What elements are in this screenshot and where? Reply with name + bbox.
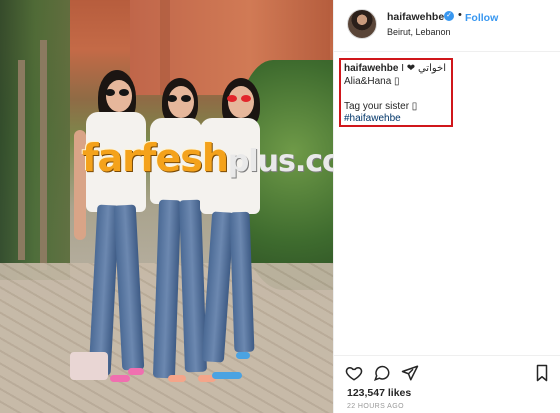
- watermark-brand-suffix: plus.com: [227, 144, 333, 179]
- caption-line-1: haifawehbe I ❤ اخواتي: [344, 63, 446, 74]
- photo-tree-trunk: [18, 60, 25, 260]
- bookmark-icon[interactable]: [533, 364, 551, 382]
- watermark-logo: farfeshplus.com: [82, 136, 333, 186]
- post-image[interactable]: farfeshplus.com: [0, 0, 333, 413]
- photo-handbag: [70, 352, 108, 380]
- likes-count[interactable]: 123,547 likes: [347, 387, 411, 399]
- caption-line-1-text: I ❤ اخواتي: [401, 63, 446, 74]
- photo-tree-trunk: [40, 40, 47, 270]
- post-side-panel: haifawehbe ✓ • Follow Beirut, Lebanon ha…: [333, 0, 560, 413]
- caption-hashtag-link[interactable]: #haifawehbe: [344, 113, 401, 124]
- comment-icon[interactable]: [373, 364, 391, 382]
- post-header: haifawehbe ✓ • Follow Beirut, Lebanon: [334, 0, 560, 52]
- watermark-brand-main: farfesh: [82, 136, 229, 180]
- post-actions-bar: [334, 355, 560, 385]
- post-timestamp[interactable]: 22 HOURS AGO: [347, 403, 404, 410]
- heart-icon[interactable]: [345, 364, 363, 382]
- header-location[interactable]: Beirut, Lebanon: [387, 27, 451, 37]
- avatar[interactable]: [347, 9, 377, 39]
- photo-background-trees: [0, 0, 70, 280]
- caption-line-2: Alia&Hana ▯: [344, 76, 400, 87]
- caption-line-3: Tag your sister ▯: [344, 101, 418, 112]
- header-separator: •: [458, 9, 462, 21]
- share-icon[interactable]: [401, 364, 419, 382]
- header-username[interactable]: haifawehbe: [387, 11, 444, 23]
- verified-badge-icon: ✓: [444, 11, 454, 21]
- follow-button[interactable]: Follow: [465, 12, 498, 24]
- caption-username[interactable]: haifawehbe: [344, 63, 398, 74]
- photo-background-pipe: [160, 0, 170, 95]
